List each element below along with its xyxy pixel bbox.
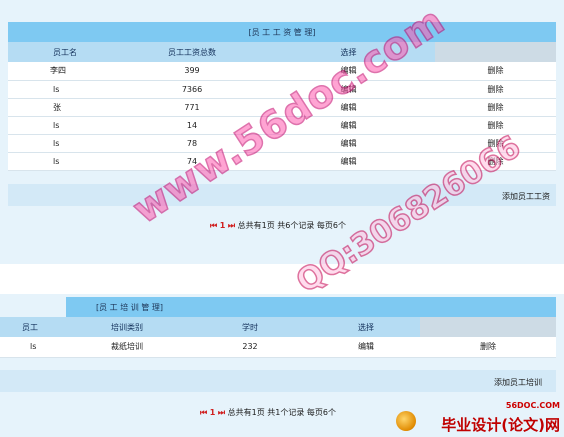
- delete-link[interactable]: 删除: [420, 337, 556, 358]
- first-page-icon[interactable]: ⏮: [210, 221, 217, 230]
- pager-summary: 总共有1页 共1个记录 每页6个: [227, 408, 336, 417]
- header-employee-name: 员工名: [8, 42, 122, 62]
- edit-link[interactable]: 编辑: [262, 152, 435, 171]
- cell-name: 李四: [8, 62, 122, 81]
- delete-link[interactable]: 删除: [435, 98, 556, 117]
- header-select: 选择: [312, 317, 420, 337]
- brand-name: 毕业设计(论文)网: [441, 416, 560, 434]
- table-row: 李四 399 编辑 删除: [8, 62, 556, 81]
- brand-logo: 56DOC.COM 毕业设计(论文)网: [390, 401, 560, 435]
- header-employee: 员工: [0, 317, 66, 337]
- cell-name: ls: [8, 134, 122, 153]
- delete-link[interactable]: 删除: [435, 116, 556, 135]
- cell-total: 7366: [122, 80, 262, 99]
- training-action-bar: [0, 370, 556, 392]
- brand-domain: 56DOC.COM: [505, 401, 560, 410]
- cell-name: ls: [8, 152, 122, 171]
- add-salary-link[interactable]: 添加员工工资: [502, 191, 550, 202]
- delete-link[interactable]: 删除: [435, 80, 556, 99]
- last-page-icon[interactable]: ⏭: [218, 408, 225, 417]
- training-title: [员 工 培 训 管 理]: [66, 297, 556, 317]
- page-number[interactable]: 1: [210, 408, 216, 417]
- brand-badge-icon: [396, 411, 416, 431]
- page-number[interactable]: 1: [220, 221, 226, 230]
- training-pager: ⏮ 1 ⏭ 总共有1页 共1个记录 每页6个: [200, 407, 336, 418]
- salary-pager: ⏮ 1 ⏭ 总共有1页 共6个记录 每页6个: [210, 220, 346, 231]
- last-page-icon[interactable]: ⏭: [228, 221, 235, 230]
- training-table: [员 工 培 训 管 理] 员工 培训类别 学时 选择 ls 裁纸培训 232 …: [0, 297, 556, 358]
- pager-summary: 总共有1页 共6个记录 每页6个: [237, 221, 346, 230]
- cell-name: 张: [8, 98, 122, 117]
- edit-link[interactable]: 编辑: [312, 337, 420, 358]
- table-row: ls 裁纸培训 232 编辑 删除: [0, 337, 556, 358]
- header-training-category: 培训类别: [66, 317, 188, 337]
- cell-total: 771: [122, 98, 262, 117]
- cell-name: ls: [8, 116, 122, 135]
- header-blank: [420, 317, 556, 337]
- cell-total: 399: [122, 62, 262, 81]
- cell-employee: ls: [0, 337, 66, 358]
- salary-title: [员 工 工 资 管 理]: [8, 22, 556, 42]
- header-blank: [435, 42, 556, 62]
- cell-name: ls: [8, 80, 122, 99]
- cell-category: 裁纸培训: [66, 337, 188, 358]
- first-page-icon[interactable]: ⏮: [200, 408, 207, 417]
- header-salary-total: 员工工资总数: [122, 42, 262, 62]
- delete-link[interactable]: 删除: [435, 62, 556, 81]
- add-training-link[interactable]: 添加员工培训: [494, 377, 542, 388]
- header-hours: 学时: [188, 317, 312, 337]
- cell-hours: 232: [188, 337, 312, 358]
